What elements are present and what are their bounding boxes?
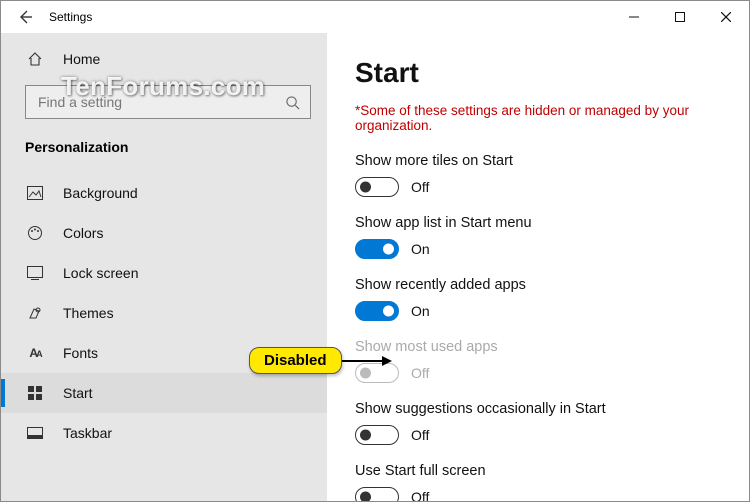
toggle-state: On <box>411 241 430 257</box>
toggle-row: Off <box>355 487 725 501</box>
window-title: Settings <box>49 10 92 24</box>
toggle-row: Off <box>355 177 725 197</box>
setting-full-screen: Use Start full screen Off <box>355 463 725 501</box>
search-icon <box>285 95 300 110</box>
fonts-icon: AA <box>25 346 45 360</box>
sidebar-item-background[interactable]: Background <box>1 173 327 213</box>
setting-label: Show recently added apps <box>355 277 725 293</box>
toggle-switch <box>355 363 399 383</box>
search-container <box>1 79 327 133</box>
sidebar-category: Personalization <box>1 133 327 173</box>
sidebar-item-fonts[interactable]: AA Fonts <box>1 333 327 373</box>
policy-warning: *Some of these settings are hidden or ma… <box>355 103 725 133</box>
nav-label: Start <box>63 385 93 401</box>
toggle-switch[interactable] <box>355 239 399 259</box>
toggle-state: Off <box>411 179 429 195</box>
toggle-row: On <box>355 301 725 321</box>
taskbar-icon <box>25 427 45 439</box>
sidebar-item-home[interactable]: Home <box>1 39 327 79</box>
maximize-button[interactable] <box>657 1 703 33</box>
arrow-left-icon <box>17 9 33 25</box>
themes-icon <box>25 305 45 321</box>
close-button[interactable] <box>703 1 749 33</box>
sidebar: Home Personalization Background Colors <box>1 33 327 501</box>
palette-icon <box>25 225 45 241</box>
page-title: Start <box>355 57 725 89</box>
toggle-row: On <box>355 239 725 259</box>
setting-label: Show app list in Start menu <box>355 215 725 231</box>
settings-window: Settings Home <box>0 0 750 502</box>
window-controls <box>611 1 749 33</box>
nav-label: Background <box>63 185 138 201</box>
toggle-row: Off <box>355 363 725 383</box>
sidebar-item-themes[interactable]: Themes <box>1 293 327 333</box>
sidebar-item-start[interactable]: Start <box>1 373 327 413</box>
back-button[interactable] <box>9 1 41 33</box>
nav-list: Background Colors Lock screen Themes AA … <box>1 173 327 453</box>
setting-suggestions: Show suggestions occasionally in Start O… <box>355 401 725 445</box>
setting-most-used: Show most used apps Off <box>355 339 725 383</box>
setting-recently-added: Show recently added apps On <box>355 277 725 321</box>
toggle-switch[interactable] <box>355 487 399 501</box>
nav-label: Home <box>63 51 100 67</box>
minimize-button[interactable] <box>611 1 657 33</box>
nav-label: Themes <box>63 305 114 321</box>
setting-label: Show most used apps <box>355 339 725 355</box>
sidebar-item-lock-screen[interactable]: Lock screen <box>1 253 327 293</box>
sidebar-item-colors[interactable]: Colors <box>1 213 327 253</box>
toggle-switch[interactable] <box>355 425 399 445</box>
nav-label: Taskbar <box>63 425 112 441</box>
titlebar: Settings <box>1 1 749 33</box>
nav-label: Lock screen <box>63 265 138 281</box>
lock-screen-icon <box>25 266 45 280</box>
content-pane: Start *Some of these settings are hidden… <box>327 33 749 501</box>
nav-label: Fonts <box>63 345 98 361</box>
setting-show-app-list: Show app list in Start menu On <box>355 215 725 259</box>
sidebar-item-taskbar[interactable]: Taskbar <box>1 413 327 453</box>
nav-label: Colors <box>63 225 103 241</box>
toggle-state: Off <box>411 489 429 501</box>
setting-label: Show suggestions occasionally in Start <box>355 401 725 417</box>
toggle-state: Off <box>411 365 429 381</box>
setting-show-more-tiles: Show more tiles on Start Off <box>355 153 725 197</box>
search-field[interactable] <box>36 93 285 111</box>
minimize-icon <box>629 12 639 22</box>
toggle-switch[interactable] <box>355 301 399 321</box>
window-body: Home Personalization Background Colors <box>1 33 749 501</box>
close-icon <box>721 12 731 22</box>
toggle-row: Off <box>355 425 725 445</box>
setting-label: Show more tiles on Start <box>355 153 725 169</box>
toggle-switch[interactable] <box>355 177 399 197</box>
setting-label: Use Start full screen <box>355 463 725 479</box>
home-icon <box>25 51 45 67</box>
search-input[interactable] <box>25 85 311 119</box>
toggle-state: On <box>411 303 430 319</box>
toggle-state: Off <box>411 427 429 443</box>
picture-icon <box>25 186 45 200</box>
maximize-icon <box>675 12 685 22</box>
start-icon <box>25 386 45 400</box>
